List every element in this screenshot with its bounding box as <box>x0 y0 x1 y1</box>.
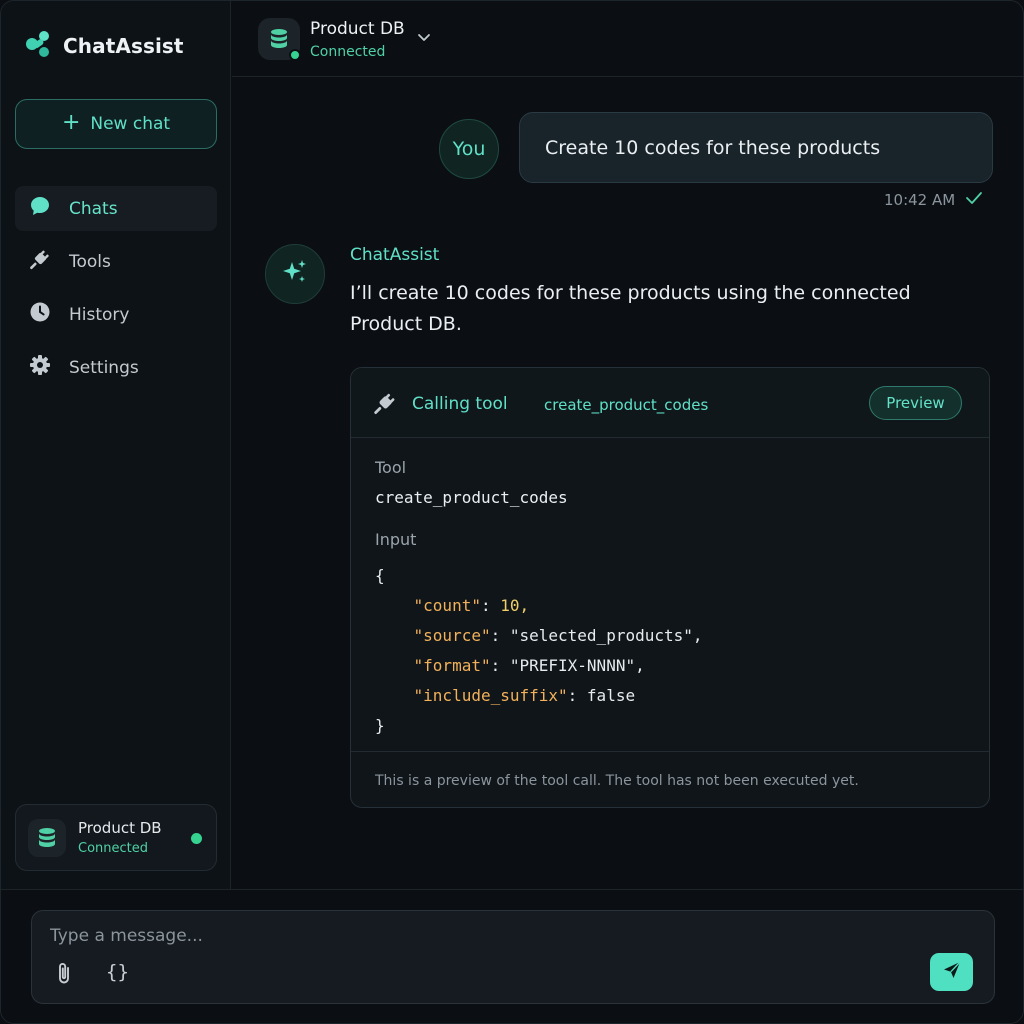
tool-input-code: { "count": 10, "source": "selected_produ… <box>375 561 703 741</box>
sidebar-item-tools[interactable]: Tools <box>15 239 217 284</box>
sidebar-item-settings[interactable]: Settings <box>15 345 217 390</box>
plug-icon <box>373 391 397 419</box>
app-name: ChatAssist <box>63 34 184 58</box>
chatassist-logo-icon <box>23 29 53 63</box>
sidebar-item-label: History <box>69 304 130 325</box>
composer-area: {} <box>1 889 1023 1023</box>
tool-call-card: Calling tool create_product_codes Previe… <box>350 367 990 808</box>
sidebar-item-label: Settings <box>69 357 139 378</box>
tool-value: create_product_codes <box>375 488 568 507</box>
sidebar-item-history[interactable]: History <box>15 292 217 337</box>
paperclip-icon[interactable] <box>54 961 74 991</box>
status-dot <box>191 833 202 844</box>
app-window: ChatAssist + New chat Chats Tools Histor… <box>0 0 1024 1024</box>
message-time: 10:42 AM <box>884 191 956 209</box>
gear-icon <box>29 354 51 381</box>
connection-status: Connected <box>78 841 149 856</box>
code-line: } <box>375 716 385 735</box>
code-line: { <box>375 566 385 585</box>
composer: {} <box>31 910 995 1004</box>
connection-title: Product DB <box>78 819 162 837</box>
message-input[interactable] <box>50 923 910 949</box>
tool-call-header: Calling tool create_product_codes Previe… <box>351 368 989 438</box>
tool-label: Tool <box>375 458 407 477</box>
code-button[interactable]: {} <box>106 961 129 983</box>
database-icon <box>258 18 301 61</box>
tool-name: create_product_codes <box>544 396 709 414</box>
assistant-name: ChatAssist <box>350 245 440 265</box>
plug-icon <box>29 248 51 275</box>
sidebar-item-chats[interactable]: Chats <box>15 186 217 231</box>
header-status: Connected <box>310 44 386 60</box>
clock-icon <box>29 301 51 328</box>
check-icon <box>965 191 983 209</box>
code-line: "source": "selected_products", <box>413 626 703 645</box>
code-line: "format": "PREFIX-NNNN", <box>413 656 645 675</box>
user-avatar: You <box>439 119 499 179</box>
database-icon <box>28 818 66 857</box>
calling-tool-label: Calling tool <box>412 394 508 414</box>
code-line: "count": 10, <box>413 596 530 615</box>
new-chat-label: New chat <box>90 114 171 134</box>
sparkle-icon <box>280 257 310 291</box>
sidebar: ChatAssist + New chat Chats Tools Histor… <box>1 1 231 889</box>
assistant-avatar <box>265 244 325 304</box>
connection-card[interactable]: Product DB Connected <box>15 804 217 871</box>
chat-header: Product DB Connected <box>232 1 1023 77</box>
message-meta: 10:42 AM <box>884 191 983 209</box>
send-icon <box>941 959 963 985</box>
brand: ChatAssist <box>23 29 184 63</box>
sidebar-nav: Chats Tools History Settings <box>15 186 217 398</box>
send-button[interactable] <box>930 953 973 991</box>
tool-call-footer: This is a preview of the tool call. The … <box>351 751 989 807</box>
sidebar-item-label: Tools <box>69 251 111 272</box>
chevron-down-icon[interactable] <box>416 29 432 49</box>
new-chat-button[interactable]: + New chat <box>15 99 217 149</box>
sidebar-item-label: Chats <box>69 198 118 219</box>
plus-icon: + <box>61 110 81 135</box>
preview-button[interactable]: Preview <box>869 386 962 420</box>
assistant-message: I’ll create 10 codes for these products … <box>350 282 911 335</box>
chat-bubble-icon <box>29 195 51 222</box>
header-title: Product DB <box>310 19 405 39</box>
user-message: Create 10 codes for these products <box>519 112 993 183</box>
input-label: Input <box>375 530 417 549</box>
status-dot <box>289 49 301 61</box>
code-line: "include_suffix": false <box>413 686 636 705</box>
